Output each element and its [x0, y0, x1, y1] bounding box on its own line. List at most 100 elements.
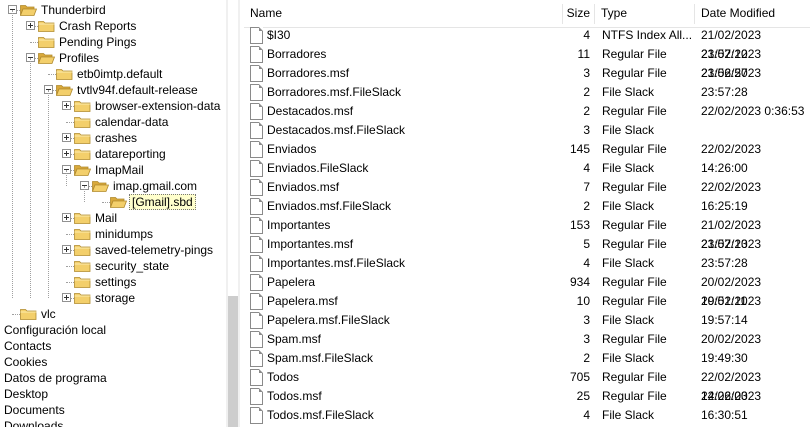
file-row[interactable]: Spam.msf 3 Regular File 20/02/2023 19:49:30 — [244, 330, 810, 365]
tree-node[interactable]: datareporting — [0, 146, 226, 162]
file-name: Importantes.msf.FileSlack — [267, 256, 406, 270]
file-row[interactable]: Papelera.msf.FileSlack 3 File Slack — [244, 311, 810, 330]
file-type: File Slack — [602, 256, 655, 270]
expand-icon[interactable] — [62, 293, 71, 302]
file-type: NTFS Index All... — [602, 28, 693, 42]
file-size: 3 — [583, 332, 590, 346]
file-row[interactable]: Destacados.msf.FileSlack 3 File Slack — [244, 121, 810, 140]
tree-item[interactable]: Desktop — [4, 386, 48, 402]
tree-node-label[interactable]: browser-extension-data — [93, 98, 222, 114]
file-row[interactable]: Importantes.msf.FileSlack 4 File Slack — [244, 254, 810, 273]
tree-node[interactable]: Crash Reports — [0, 18, 226, 34]
file-name: Enviados.msf.FileSlack — [267, 199, 392, 213]
file-row[interactable]: Enviados.msf.FileSlack 2 File Slack — [244, 197, 810, 216]
tree-node[interactable]: minidumps — [0, 226, 226, 242]
tree-node[interactable]: storage — [0, 290, 226, 306]
tree-node[interactable]: Pending Pings — [0, 34, 226, 50]
tree-node-label[interactable]: Profiles — [57, 50, 101, 66]
tree-node[interactable]: browser-extension-data — [0, 98, 226, 114]
column-type-header[interactable]: Type — [601, 0, 627, 27]
column-date-header[interactable]: Date Modified — [701, 0, 775, 27]
tree-item[interactable]: Downloads — [4, 418, 63, 427]
file-row[interactable]: $I30 4 NTFS Index All... 21/02/2023 23:57:1… — [244, 26, 810, 61]
expand-icon[interactable] — [62, 245, 71, 254]
folder-icon — [56, 68, 73, 80]
folder-icon — [91, 180, 110, 192]
tree-item[interactable]: Cookies — [4, 354, 47, 370]
file-row[interactable]: Importantes.msf 5 Regular File 21/02/2023 2… — [244, 235, 810, 270]
tree-node-label[interactable]: Crash Reports — [57, 18, 138, 34]
file-row[interactable]: Todos 705 Regular File 22/02/2023 14:26:03 — [244, 368, 810, 403]
tree-node[interactable]: etb0imtp.default — [0, 66, 226, 82]
file-row[interactable]: Spam.msf.FileSlack 2 File Slack — [244, 349, 810, 368]
column-separator[interactable] — [562, 4, 563, 24]
tree-node-label[interactable]: ImapMail — [93, 162, 146, 178]
file-row[interactable]: Borradores 11 Regular File 21/02/2023 23:56… — [244, 45, 810, 80]
file-size: 2 — [583, 85, 590, 99]
tree-node-label[interactable]: settings — [93, 274, 138, 290]
tree-node-label[interactable]: Mail — [93, 210, 119, 226]
tree-node-label[interactable]: imap.gmail.com — [111, 178, 199, 194]
tree-node-label[interactable]: [Gmail].sbd — [129, 194, 196, 210]
file-row[interactable]: Importantes 153 Regular File 21/02/2023 23:… — [244, 216, 810, 251]
tree-node-label[interactable]: Pending Pings — [57, 34, 138, 50]
tree-node-label[interactable]: Thunderbird — [39, 2, 108, 18]
file-name: Todos.msf.FileSlack — [267, 408, 374, 422]
file-icon — [250, 141, 263, 158]
tree-node-label[interactable]: tvtlv94f.default-release — [75, 82, 200, 98]
expand-icon[interactable] — [62, 101, 71, 110]
file-row[interactable]: Todos.msf 25 Regular File 22/02/2023 16:30:… — [244, 387, 810, 422]
tree-item[interactable]: Contacts — [4, 338, 51, 354]
tree-scrollbar-thumb[interactable] — [228, 296, 238, 427]
file-name: Todos — [267, 370, 300, 384]
tree-node[interactable]: ImapMail — [0, 162, 226, 178]
file-row[interactable]: Borradores.msf.FileSlack 2 File Slack — [244, 83, 810, 102]
tree-node-label[interactable]: minidumps — [93, 226, 155, 242]
file-row[interactable]: Enviados 145 Regular File 22/02/2023 14:26:… — [244, 140, 810, 175]
file-row[interactable]: Borradores.msf 3 Regular File 21/02/2023 23… — [244, 64, 810, 99]
tree-node[interactable]: vlc — [0, 306, 226, 322]
folder-icon — [19, 4, 38, 16]
file-row[interactable]: Enviados.FileSlack 4 File Slack — [244, 159, 810, 178]
tree-item[interactable]: Configuración local — [4, 322, 106, 338]
file-row[interactable]: Papelera 934 Regular File 20/02/2023 19:51:… — [244, 273, 810, 308]
column-separator[interactable] — [694, 4, 695, 24]
tree-scrollbar-track[interactable] — [228, 0, 238, 296]
tree-node-label[interactable]: calendar-data — [93, 114, 170, 130]
expand-icon[interactable] — [26, 21, 35, 30]
file-name: Papelera.msf — [267, 294, 338, 308]
tree-scrollbar[interactable] — [226, 0, 240, 427]
tree-node[interactable]: Mail — [0, 210, 226, 226]
tree-item[interactable]: Datos de programa — [4, 370, 107, 386]
tree-node[interactable]: imap.gmail.com — [0, 178, 226, 194]
tree-item[interactable]: Documents — [4, 402, 65, 418]
column-separator[interactable] — [594, 4, 595, 24]
expand-icon[interactable] — [62, 213, 71, 222]
column-size-header[interactable]: Size — [566, 0, 590, 27]
tree-node-label[interactable]: etb0imtp.default — [75, 66, 164, 82]
tree-node[interactable]: security_state — [0, 258, 226, 274]
tree-node-label[interactable]: saved-telemetry-pings — [93, 242, 215, 258]
expand-icon[interactable] — [62, 133, 71, 142]
file-row[interactable]: Enviados.msf 7 Regular File 22/02/2023 16:2… — [244, 178, 810, 213]
tree-node[interactable]: [Gmail].sbd — [0, 194, 226, 210]
column-name-header[interactable]: Name — [250, 0, 282, 27]
tree-node[interactable]: Thunderbird — [0, 2, 226, 18]
tree-node[interactable]: saved-telemetry-pings — [0, 242, 226, 258]
file-size: 4 — [583, 256, 590, 270]
tree-node[interactable]: tvtlv94f.default-release — [0, 82, 226, 98]
file-row[interactable]: Papelera.msf 10 Regular File 20/02/2023 19:… — [244, 292, 810, 327]
tree-node-label[interactable]: storage — [93, 290, 137, 306]
tree-node-label[interactable]: security_state — [93, 258, 171, 274]
tree-node[interactable]: crashes — [0, 130, 226, 146]
file-row[interactable]: Todos.msf.FileSlack 4 File Slack — [244, 406, 810, 425]
tree-node-label[interactable]: vlc — [39, 306, 58, 322]
expand-icon[interactable] — [62, 149, 71, 158]
tree-node[interactable]: calendar-data — [0, 114, 226, 130]
tree-node[interactable]: settings — [0, 274, 226, 290]
file-size: 4 — [583, 28, 590, 42]
file-row[interactable]: Destacados.msf 2 Regular File 22/02/2023 0:… — [244, 102, 810, 121]
tree-node-label[interactable]: datareporting — [93, 146, 168, 162]
tree-node[interactable]: Profiles — [0, 50, 226, 66]
tree-node-label[interactable]: crashes — [93, 130, 139, 146]
